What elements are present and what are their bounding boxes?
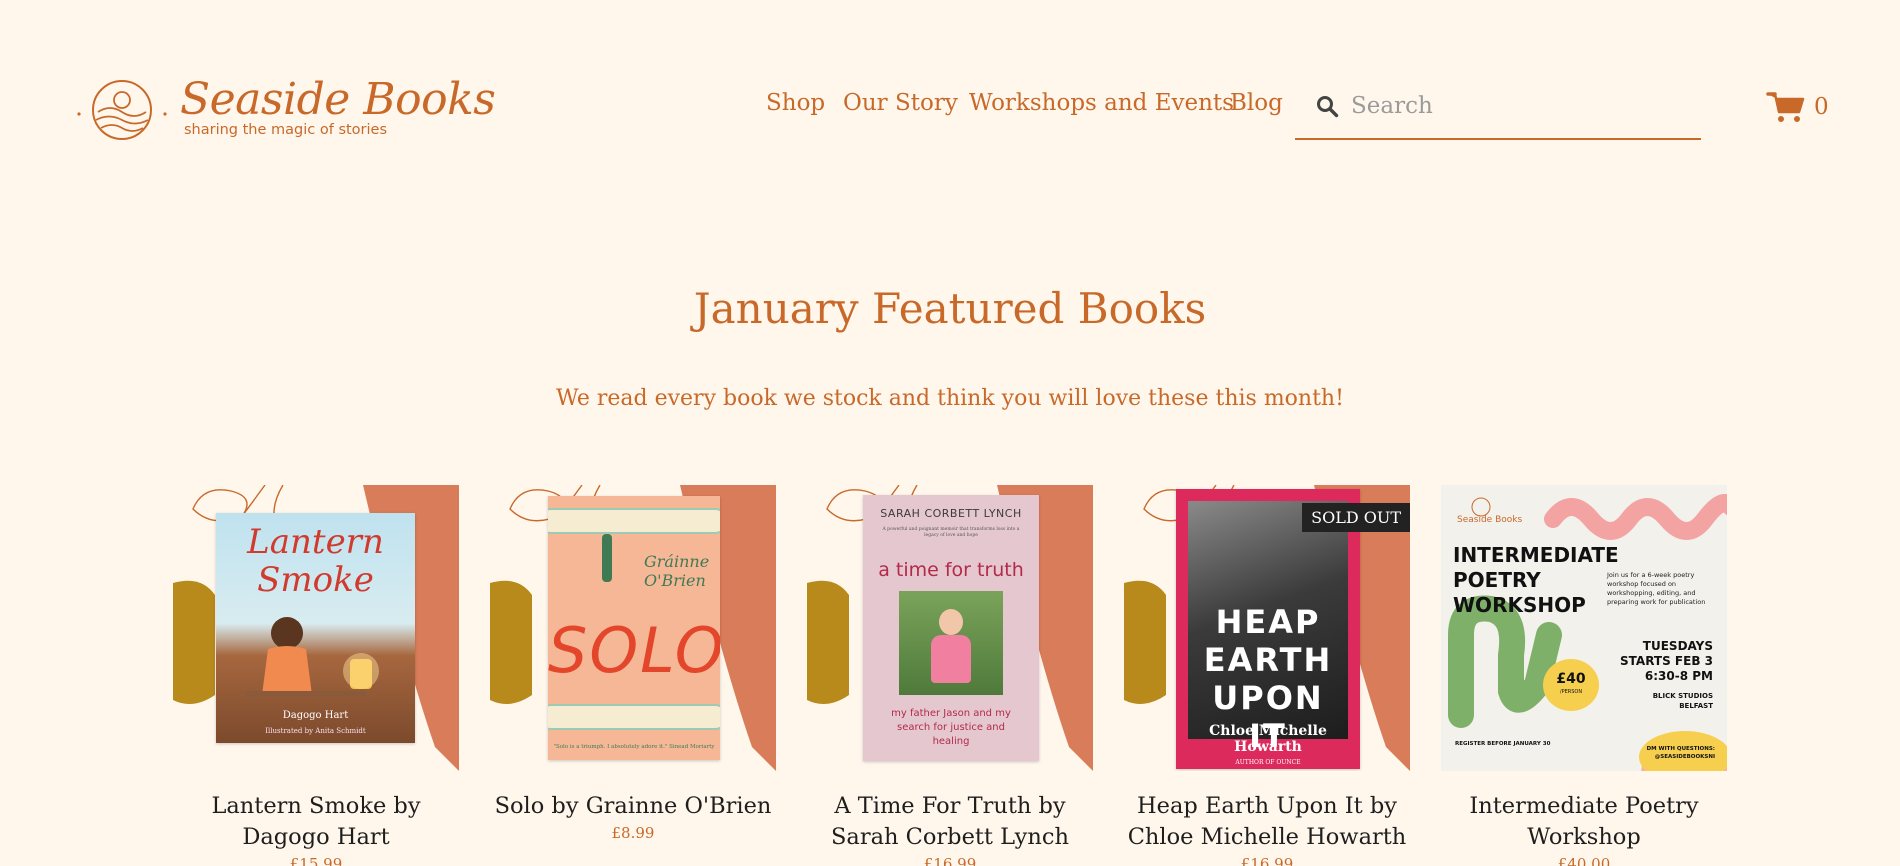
poster-cost: £40 [1556, 671, 1586, 687]
product-price: £8.99 [611, 824, 655, 842]
brand-logo[interactable]: Seaside Books sharing the magic of stori… [76, 74, 496, 146]
cover-title: SOLO [548, 614, 720, 687]
cart-button[interactable]: 0 [1766, 90, 1829, 124]
product-image[interactable]: Gráinne O'Brien SOLO "Solo is a triumph.… [490, 485, 776, 771]
poster-handle: @SEASIDEBOOKSNI [1654, 754, 1715, 760]
poster-city: BELFAST [1679, 702, 1713, 710]
cover-illustrator: Illustrated by Anita Schmidt [265, 727, 366, 735]
cover-blurb: A powerful and poignant memoir that tran… [882, 527, 1020, 538]
product-card[interactable]: Seaside Books INTERMEDIATE POETRY WORKSH… [1441, 485, 1727, 866]
poster-per: /PERSON [1559, 689, 1583, 695]
cover-author: Gráinne O'Brien [644, 552, 710, 590]
brand-tagline: sharing the magic of stories [184, 122, 388, 138]
product-image[interactable]: SARAH CORBETT LYNCH A powerful and poign… [807, 485, 1093, 771]
product-card[interactable]: HEAP EARTH UPON IT Chloe Michelle Howart… [1124, 485, 1410, 866]
product-price: £40.00 [1557, 855, 1611, 866]
cover-author: Chloe Michelle Howarth [1209, 723, 1327, 755]
brand-name: Seaside Books [180, 74, 496, 125]
poster-start: STARTS FEB 3 [1620, 654, 1713, 668]
shopping-cart-icon [1766, 92, 1805, 122]
product-title[interactable]: Solo by Grainne O'Brien [490, 791, 776, 822]
sold-out-badge: SOLD OUT [1302, 503, 1410, 532]
poster-venue: BLICK STUDIOS [1652, 692, 1713, 700]
nav-workshops-events[interactable]: Workshops and Events [969, 90, 1234, 116]
cover-title: a time for truth [878, 559, 1024, 581]
product-image[interactable]: Seaside Books INTERMEDIATE POETRY WORKSH… [1441, 485, 1727, 771]
poster-time: 6:30-8 PM [1644, 669, 1713, 683]
nav-shop[interactable]: Shop [766, 90, 825, 116]
cover-photo [899, 591, 1003, 695]
book-cover-a-time-for-truth: SARAH CORBETT LYNCH A powerful and poign… [863, 495, 1039, 761]
section-subtitle: We read every book we stock and think yo… [556, 386, 1344, 411]
cover-subtitle: my father Jason and my search for justic… [891, 708, 1011, 747]
cover-author: Dagogo Hart [282, 710, 349, 721]
product-title[interactable]: A Time For Truth by Sarah Corbett Lynch [807, 791, 1093, 853]
book-cover-lantern-smoke: Lantern Smoke Dagogo Hart Illustrated by… [216, 513, 415, 743]
poster-description: Join us for a 6-week poetry workshop foc… [1607, 571, 1706, 606]
product-title[interactable]: Intermediate Poetry Workshop [1441, 791, 1727, 853]
poster-heading: INTERMEDIATE POETRY WORKSHOP [1453, 543, 1619, 617]
poster-day: TUESDAYS [1642, 639, 1713, 653]
product-title[interactable]: Heap Earth Upon It by Chloe Michelle How… [1124, 791, 1410, 853]
search-box[interactable] [1295, 82, 1701, 140]
product-price: £16.99 [1240, 855, 1294, 866]
product-image[interactable]: Lantern Smoke Dagogo Hart Illustrated by… [173, 485, 459, 771]
nav-our-story[interactable]: Our Story [843, 90, 958, 116]
logo-mark-icon [77, 80, 167, 140]
product-price: £15.99 [289, 855, 343, 866]
product-image[interactable]: HEAP EARTH UPON IT Chloe Michelle Howart… [1124, 485, 1410, 771]
poster-decorations [1448, 494, 1727, 771]
nav-blog[interactable]: Blog [1230, 90, 1283, 116]
cover-quote: "Solo is a triumph. I absolutely adore i… [553, 744, 715, 750]
poster-dm: DM WITH QUESTIONS: [1646, 746, 1715, 752]
product-card[interactable]: SARAH CORBETT LYNCH A powerful and poign… [807, 485, 1093, 866]
poster-contact: DM WITH QUESTIONS: @SEASIDEBOOKSNI [1647, 745, 1715, 761]
cart-count: 0 [1814, 94, 1829, 120]
cover-byline: AUTHOR OF OUNCE [1235, 759, 1301, 766]
product-card[interactable]: Lantern Smoke Dagogo Hart Illustrated by… [173, 485, 459, 866]
search-input[interactable] [1351, 86, 1681, 126]
poster-register: REGISTER BEFORE JANUARY 30 [1455, 741, 1551, 747]
cover-title: Lantern Smoke [247, 522, 384, 600]
section-title: January Featured Books [693, 284, 1207, 333]
cover-author: SARAH CORBETT LYNCH [880, 507, 1022, 520]
child-lantern-illustration [246, 617, 379, 697]
product-price: £16.99 [923, 855, 977, 866]
poster-schedule: TUESDAYS STARTS FEB 3 6:30-8 PM [1620, 639, 1713, 684]
search-icon [1317, 96, 1339, 118]
book-cover-solo: Gráinne O'Brien SOLO "Solo is a triumph.… [548, 496, 720, 760]
poster-brand: Seaside Books [1457, 515, 1523, 525]
poster-venue-block: BLICK STUDIOS BELFAST [1653, 691, 1713, 711]
product-title[interactable]: Lantern Smoke by Dagogo Hart [173, 791, 459, 853]
product-card[interactable]: Gráinne O'Brien SOLO "Solo is a triumph.… [490, 485, 776, 842]
